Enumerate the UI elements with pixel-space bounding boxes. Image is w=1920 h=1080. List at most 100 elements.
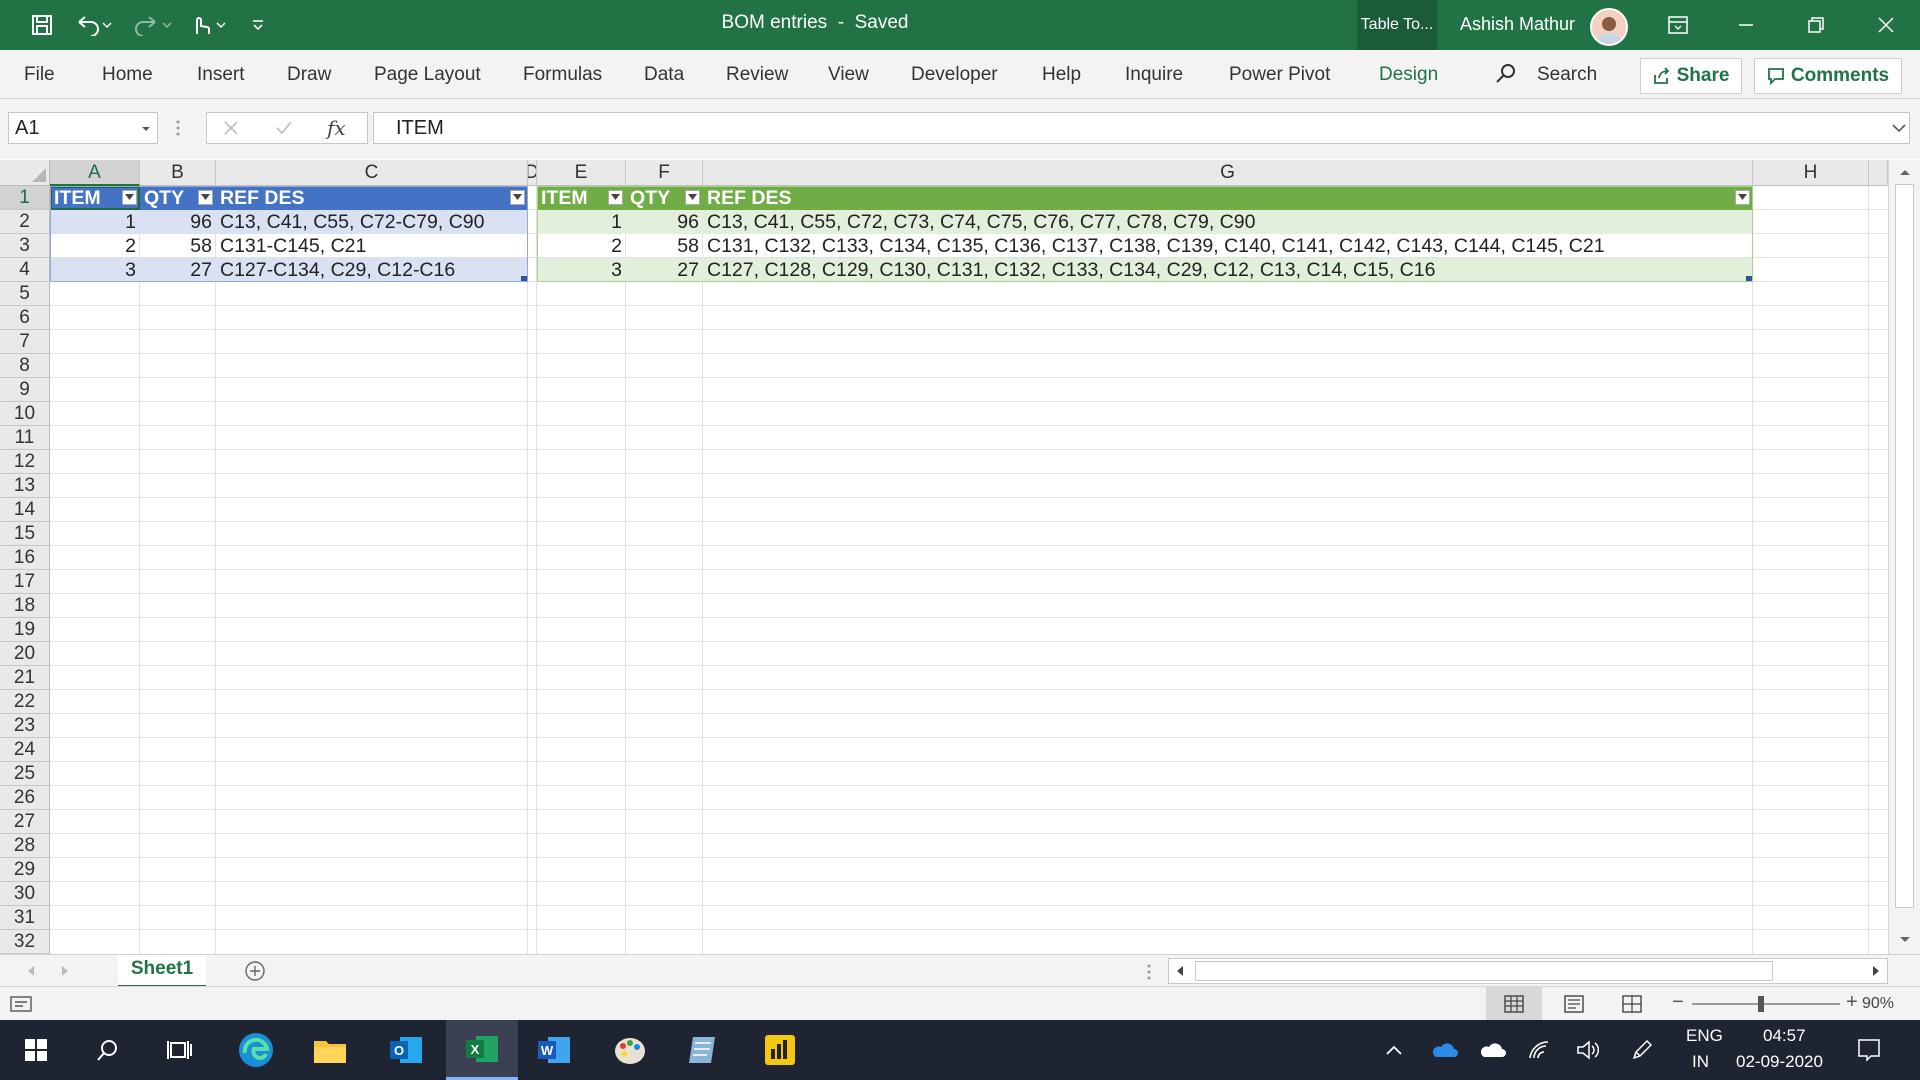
row-header-19[interactable]: 19 <box>0 618 50 642</box>
horizontal-scroll-thumb[interactable] <box>1195 961 1773 981</box>
filter-dropdown-icon[interactable] <box>198 190 213 205</box>
page-break-view-icon[interactable] <box>1622 995 1642 1013</box>
expand-formula-bar-icon[interactable] <box>1892 123 1906 133</box>
column-header-e[interactable]: E <box>537 160 626 186</box>
search-label[interactable]: Search <box>1537 64 1597 86</box>
tab-view[interactable]: View <box>828 64 869 86</box>
row-header-13[interactable]: 13 <box>0 474 50 498</box>
row-header-22[interactable]: 22 <box>0 690 50 714</box>
row-header-1[interactable]: 1 <box>0 186 50 210</box>
tab-draw[interactable]: Draw <box>287 64 331 86</box>
column-header-g[interactable]: G <box>703 160 1753 186</box>
table1-cell-refdes[interactable]: C131-C145, C21 <box>216 234 528 258</box>
row-header-27[interactable]: 27 <box>0 810 50 834</box>
table1-header-refdes[interactable]: REF DES <box>216 186 528 210</box>
region-indicator[interactable]: IN <box>1692 1052 1709 1072</box>
column-header-d[interactable]: D <box>528 160 537 186</box>
row-header-15[interactable]: 15 <box>0 522 50 546</box>
cancel-icon[interactable] <box>223 120 239 136</box>
notifications-icon[interactable] <box>1838 1020 1900 1080</box>
row-header-25[interactable]: 25 <box>0 762 50 786</box>
paint-icon[interactable] <box>596 1020 664 1080</box>
table1-cell-refdes[interactable]: C127-C134, C29, C12-C16 <box>216 258 528 282</box>
word-icon[interactable]: W <box>520 1020 588 1080</box>
row-header-26[interactable]: 26 <box>0 786 50 810</box>
tab-split-grip-icon[interactable] <box>1146 963 1152 981</box>
avatar[interactable] <box>1590 8 1628 46</box>
prev-sheet-icon[interactable] <box>26 965 36 977</box>
row-header-4[interactable]: 4 <box>0 258 50 282</box>
row-header-20[interactable]: 20 <box>0 642 50 666</box>
zoom-slider[interactable] <box>1692 996 1840 1012</box>
table1-cell-qty[interactable]: 58 <box>140 234 216 258</box>
column-header-a[interactable]: A <box>50 160 140 186</box>
tab-page-layout[interactable]: Page Layout <box>374 64 481 86</box>
row-header-16[interactable]: 16 <box>0 546 50 570</box>
row-header-2[interactable]: 2 <box>0 210 50 234</box>
row-header-24[interactable]: 24 <box>0 738 50 762</box>
table1-resize-handle[interactable] <box>521 276 527 281</box>
minimize-icon[interactable] <box>1712 0 1780 50</box>
table1-cell-item[interactable]: 3 <box>50 258 140 282</box>
column-header-h[interactable]: H <box>1753 160 1869 186</box>
formula-input[interactable]: ITEM <box>373 112 1910 144</box>
row-header-30[interactable]: 30 <box>0 882 50 906</box>
table2-header-qty[interactable]: QTY <box>626 186 703 210</box>
tab-review[interactable]: Review <box>726 64 788 86</box>
row-header-7[interactable]: 7 <box>0 330 50 354</box>
search-icon[interactable] <box>1494 62 1518 92</box>
notes-app-icon[interactable] <box>670 1020 738 1080</box>
edge-icon[interactable] <box>222 1020 290 1080</box>
row-header-5[interactable]: 5 <box>0 282 50 306</box>
table2-cell-item[interactable]: 1 <box>537 210 626 234</box>
filter-dropdown-icon[interactable] <box>510 190 525 205</box>
customize-qat-icon[interactable] <box>244 10 272 40</box>
restore-icon[interactable] <box>1782 0 1850 50</box>
tab-data[interactable]: Data <box>644 64 684 86</box>
undo-icon[interactable] <box>70 10 120 40</box>
save-icon[interactable] <box>24 10 60 40</box>
filter-dropdown-icon[interactable] <box>122 190 137 205</box>
formula-bar-grip-icon[interactable] <box>175 119 181 142</box>
table2-header-item[interactable]: ITEM <box>537 186 626 210</box>
row-header-23[interactable]: 23 <box>0 714 50 738</box>
scroll-right-icon[interactable] <box>1871 965 1881 977</box>
row-header-18[interactable]: 18 <box>0 594 50 618</box>
row-header-9[interactable]: 9 <box>0 378 50 402</box>
scroll-up-icon[interactable] <box>1899 168 1911 176</box>
row-header-8[interactable]: 8 <box>0 354 50 378</box>
comments-button[interactable]: Comments <box>1754 58 1902 94</box>
table2-cell-refdes[interactable]: C127, C128, C129, C130, C131, C132, C133… <box>703 258 1753 282</box>
sheet-tab-sheet1[interactable]: Sheet1 <box>118 955 206 988</box>
volume-icon[interactable] <box>1558 1020 1618 1080</box>
file-explorer-icon[interactable] <box>296 1020 364 1080</box>
name-box[interactable]: A1 <box>8 112 158 144</box>
row-header-14[interactable]: 14 <box>0 498 50 522</box>
scroll-down-icon[interactable] <box>1899 936 1911 944</box>
tab-help[interactable]: Help <box>1042 64 1081 86</box>
share-button[interactable]: Share <box>1640 58 1742 94</box>
filter-dropdown-icon[interactable] <box>608 190 623 205</box>
enter-icon[interactable] <box>275 120 293 136</box>
filter-dropdown-icon[interactable] <box>1735 190 1750 205</box>
table1-cell-item[interactable]: 1 <box>50 210 140 234</box>
horizontal-scrollbar[interactable] <box>1168 958 1888 984</box>
tab-developer[interactable]: Developer <box>911 64 998 86</box>
zoom-out-icon[interactable]: − <box>1672 991 1684 1014</box>
row-header-12[interactable]: 12 <box>0 450 50 474</box>
row-header-11[interactable]: 11 <box>0 426 50 450</box>
column-header-c[interactable]: C <box>216 160 528 186</box>
user-name[interactable]: Ashish Mathur <box>1460 14 1575 35</box>
column-header-f[interactable]: F <box>626 160 703 186</box>
row-header-10[interactable]: 10 <box>0 402 50 426</box>
tab-insert[interactable]: Insert <box>197 64 245 86</box>
outlook-icon[interactable]: O <box>372 1020 440 1080</box>
table1-cell-refdes[interactable]: C13, C41, C55, C72-C79, C90 <box>216 210 528 234</box>
table1-cell-item[interactable]: 2 <box>50 234 140 258</box>
scroll-left-icon[interactable] <box>1175 965 1185 977</box>
windows-start-icon[interactable] <box>2 1020 70 1080</box>
table2-cell-qty[interactable]: 58 <box>626 234 703 258</box>
tab-design[interactable]: Design <box>1379 64 1438 86</box>
page-layout-view-icon[interactable] <box>1564 995 1584 1013</box>
select-all-corner[interactable] <box>0 160 50 186</box>
